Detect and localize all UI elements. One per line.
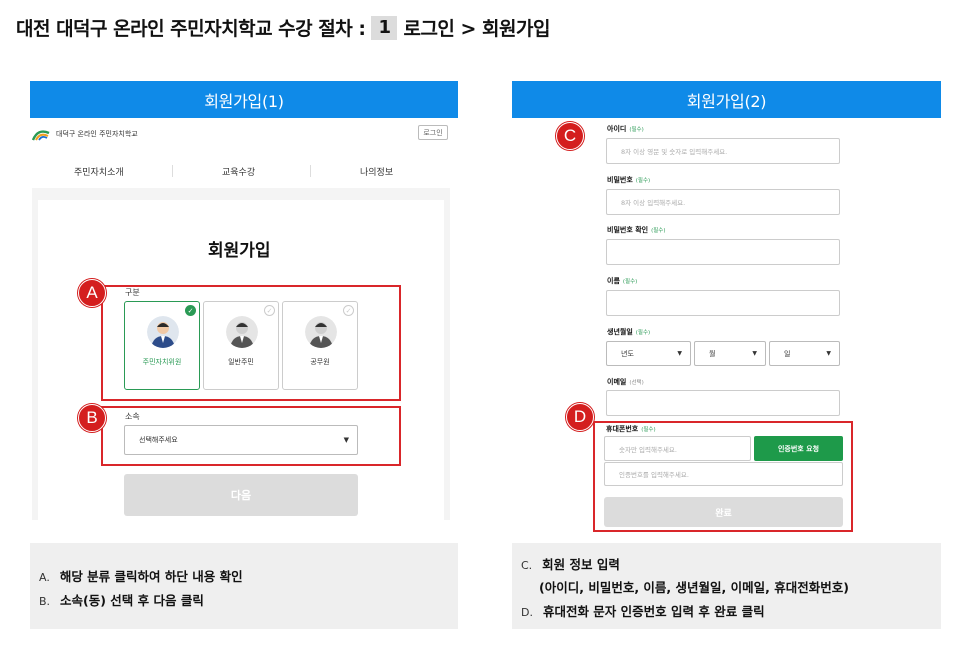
note-c-detail-text: (아이디, 비밀번호, 이름, 생년월일, 이메일, 휴대전화번호) — [539, 580, 849, 595]
page-title: 대전 대덕구 온라인 주민자치학교 수강 절차 : 1 로그인 > 회원가입 — [16, 14, 550, 41]
note-d: D. 휴대전화 문자 인증번호 입력 후 완료 클릭 — [521, 601, 765, 620]
step-badge-c: C — [556, 122, 584, 150]
dropdown-arrow-icon: ▼ — [677, 350, 682, 357]
id-input[interactable]: 8자 이상 영문 및 숫자로 입력해주세요. — [606, 138, 840, 164]
password-confirm-label: 비밀번호 확인 (필수) — [607, 226, 666, 234]
birth-day-value: 일 — [784, 349, 791, 358]
password-input[interactable]: 8자 이상 입력해주세요. — [606, 189, 840, 215]
note-c-marker: C. — [521, 559, 533, 572]
title-suffix: 로그인 > 회원가입 — [403, 18, 550, 40]
highlight-box-a — [101, 285, 401, 401]
highlight-box-b — [101, 406, 401, 466]
nav-divider — [310, 165, 311, 177]
nav-item-courses[interactable]: 교육수강 — [222, 165, 255, 178]
password-confirm-input[interactable] — [606, 239, 840, 265]
note-c-detail: (아이디, 비밀번호, 이름, 생년월일, 이메일, 휴대전화번호) — [539, 577, 849, 596]
note-a-marker: A. — [39, 571, 50, 584]
next-button[interactable]: 다음 — [124, 474, 358, 516]
note-d-text: 휴대전화 문자 인증번호 입력 후 완료 클릭 — [542, 604, 765, 619]
email-label: 이메일 (선택) — [607, 378, 644, 386]
step-badge-b: B — [78, 404, 106, 432]
login-button[interactable]: 로그인 — [418, 125, 448, 140]
email-input[interactable] — [606, 390, 840, 416]
birth-label: 생년월일 (필수) — [607, 328, 651, 336]
birth-month-select[interactable]: 월 ▼ — [694, 341, 766, 366]
site-logo-icon[interactable] — [31, 125, 50, 141]
note-b-marker: B. — [39, 595, 51, 608]
step-badge-a: A — [78, 279, 106, 307]
highlight-box-d — [593, 421, 853, 532]
password-label: 비밀번호 (필수) — [607, 176, 651, 184]
nav-item-myinfo[interactable]: 나의정보 — [360, 165, 393, 178]
note-c-text: 회원 정보 입력 — [542, 557, 620, 572]
notes-right: C. 회원 정보 입력 (아이디, 비밀번호, 이름, 생년월일, 이메일, 휴… — [512, 543, 941, 629]
birth-year-select[interactable]: 년도 ▼ — [606, 341, 691, 366]
note-b: B. 소속(동) 선택 후 다음 클릭 — [39, 590, 204, 609]
nav-divider — [172, 165, 173, 177]
name-label: 이름 (필수) — [607, 277, 638, 285]
birth-year-value: 년도 — [621, 349, 634, 358]
note-a: A. 해당 분류 클릭하여 하단 내용 확인 — [39, 566, 243, 585]
nav-item-intro[interactable]: 주민자치소개 — [74, 165, 124, 178]
note-d-marker: D. — [521, 606, 533, 619]
birth-day-select[interactable]: 일 ▼ — [769, 341, 840, 366]
title-prefix: 대전 대덕구 온라인 주민자치학교 수강 절차 : — [16, 18, 366, 40]
dropdown-arrow-icon: ▼ — [752, 350, 757, 357]
step-badge-d: D — [566, 403, 594, 431]
form-heading: 회원가입 — [208, 241, 271, 261]
note-a-text: 해당 분류 클릭하여 하단 내용 확인 — [59, 569, 243, 584]
note-c: C. 회원 정보 입력 — [521, 554, 620, 573]
dropdown-arrow-icon: ▼ — [826, 350, 831, 357]
left-banner: 회원가입(1) — [30, 81, 458, 118]
name-input[interactable] — [606, 290, 840, 316]
notes-left: A. 해당 분류 클릭하여 하단 내용 확인 B. 소속(동) 선택 후 다음 … — [30, 543, 458, 629]
site-name: 대덕구 온라인 주민자치학교 — [56, 130, 138, 138]
note-b-text: 소속(동) 선택 후 다음 클릭 — [60, 593, 204, 608]
step-number-badge: 1 — [371, 15, 398, 40]
birth-month-value: 월 — [709, 349, 716, 358]
id-label: 아이디 (필수) — [607, 125, 644, 133]
right-banner: 회원가입(2) — [512, 81, 941, 118]
